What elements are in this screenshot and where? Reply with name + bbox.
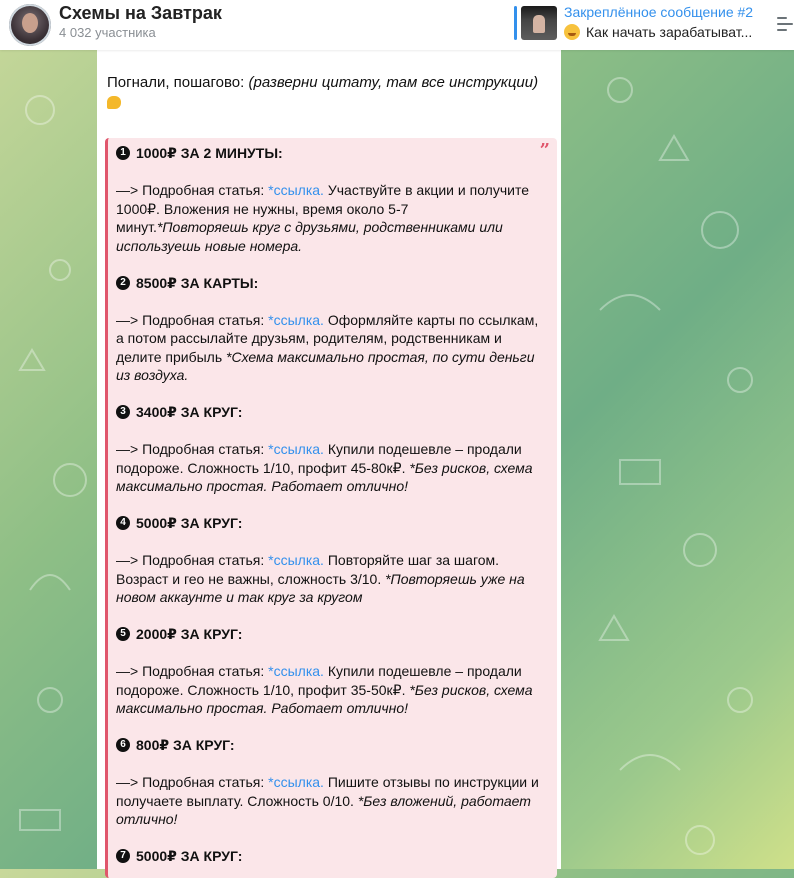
step-link[interactable]: *ссылка.: [268, 663, 324, 679]
step-body: —> Подробная статья: *ссылка. Пишите отз…: [116, 773, 544, 829]
quote-step: 3 3400₽ ЗА КРУГ: —> Подробная статья: *ссы…: [116, 403, 544, 514]
quote-step: 6 800₽ ЗА КРУГ: —> Подробная статья: *ссыл…: [116, 736, 544, 847]
step-prefix: —> Подробная статья:: [116, 182, 269, 198]
step-prefix: —> Подробная статья:: [116, 311, 269, 328]
step-heading-text: 1000₽ ЗА 2 МИНУТЫ:: [136, 145, 283, 161]
step-body: —> Подробная статья: *ссылка. Купили под…: [116, 662, 544, 718]
step-heading-text: 5000₽ ЗА КРУГ:: [136, 515, 243, 531]
step-number-icon: 6: [116, 738, 130, 753]
step-link[interactable]: *ссылка.: [268, 774, 324, 790]
pointing-hand-icon: [107, 96, 121, 109]
expandable-quote[interactable]: ” 1 1000₽ ЗА 2 МИНУТЫ: —> Подробная статья…: [105, 138, 557, 878]
step-heading: 2 8500₽ ЗА КАРТЫ:: [116, 274, 544, 293]
quote-step: 7 5000₽ ЗА КРУГ:: [116, 847, 544, 866]
step-heading: 1 1000₽ ЗА 2 МИНУТЫ:: [116, 144, 544, 163]
step-body: —> Подробная статья: *ссылка. Повторяйте…: [116, 551, 544, 607]
member-count: 4 032 участника: [59, 25, 156, 40]
step-heading: 7 5000₽ ЗА КРУГ:: [116, 847, 544, 866]
step-prefix: —> Подробная статья:: [116, 552, 269, 568]
steps-list: 1 1000₽ ЗА 2 МИНУТЫ: —> Подробная статья: …: [116, 144, 544, 866]
menu-icon[interactable]: [776, 13, 794, 35]
step-prefix: —> Подробная статья:: [116, 774, 269, 790]
quote-step: 4 5000₽ ЗА КРУГ: —> Подробная статья: *ссы…: [116, 514, 544, 625]
step-link[interactable]: *ссылка.: [268, 182, 324, 198]
quote-step: 2 8500₽ ЗА КАРТЫ: —> Подробная статья: *сс…: [116, 274, 544, 404]
step-link[interactable]: *ссылка.: [268, 552, 324, 568]
step-number-icon: 2: [116, 275, 130, 290]
channel-title[interactable]: Схемы на Завтрак: [59, 3, 222, 24]
intro-text: Погнали, пошагово:: [107, 74, 249, 91]
chat-header: Схемы на Завтрак 4 032 участника Закрепл…: [0, 0, 794, 50]
step-number-icon: 5: [116, 627, 130, 642]
step-number-icon: 7: [116, 849, 130, 864]
intro-italic: (разверни цитату, там все инструкции): [248, 74, 539, 91]
smiling-face-icon: [564, 24, 580, 40]
step-body: —> Подробная статья: *ссылка. Купили под…: [116, 440, 544, 496]
step-note: *Повторяешь круг с друзьями, родственник…: [116, 219, 503, 254]
message-bubble[interactable]: Погнали, пошагово: (разверни цитату, там…: [97, 50, 561, 878]
pinned-thumbnail[interactable]: [521, 6, 557, 40]
step-heading: 4 5000₽ ЗА КРУГ:: [116, 514, 544, 533]
step-heading-text: 800₽ ЗА КРУГ:: [136, 737, 235, 753]
step-heading: 5 2000₽ ЗА КРУГ:: [116, 625, 544, 644]
pinned-message-preview[interactable]: Как начать зарабатыват...: [564, 24, 752, 40]
pinned-message-title[interactable]: Закреплённое сообщение #2: [564, 4, 753, 20]
step-link[interactable]: *ссылка.: [268, 441, 324, 457]
step-link[interactable]: *ссылка.: [268, 312, 324, 328]
message-intro: Погнали, пошагово: (разверни цитату, там…: [107, 72, 557, 114]
quote-step: 1 1000₽ ЗА 2 МИНУТЫ: —> Подробная статья: …: [116, 144, 544, 274]
channel-avatar[interactable]: [9, 4, 51, 46]
step-heading-text: 2000₽ ЗА КРУГ:: [136, 626, 243, 642]
step-prefix: —> Подробная статья:: [116, 441, 269, 457]
step-body: —> Подробная статья: *ссылка. Участвуйте…: [116, 181, 544, 255]
step-number-icon: 1: [116, 146, 130, 161]
step-heading-text: 5000₽ ЗА КРУГ:: [136, 848, 243, 864]
step-prefix: —> Подробная статья:: [116, 663, 269, 679]
step-heading: 6 800₽ ЗА КРУГ:: [116, 736, 544, 755]
step-heading-text: 3400₽ ЗА КРУГ:: [136, 404, 243, 420]
quote-step: 5 2000₽ ЗА КРУГ: —> Подробная статья: *ссы…: [116, 625, 544, 736]
step-heading-text: 8500₽ ЗА КАРТЫ:: [136, 274, 259, 291]
step-number-icon: 4: [116, 516, 130, 531]
pinned-message-text: Как начать зарабатыват...: [586, 24, 753, 40]
pinned-indicator: [514, 6, 517, 40]
step-body: —> Подробная статья: *ссылка. Оформляйте…: [116, 311, 544, 385]
step-heading: 3 3400₽ ЗА КРУГ:: [116, 403, 544, 422]
step-number-icon: 3: [116, 405, 130, 420]
